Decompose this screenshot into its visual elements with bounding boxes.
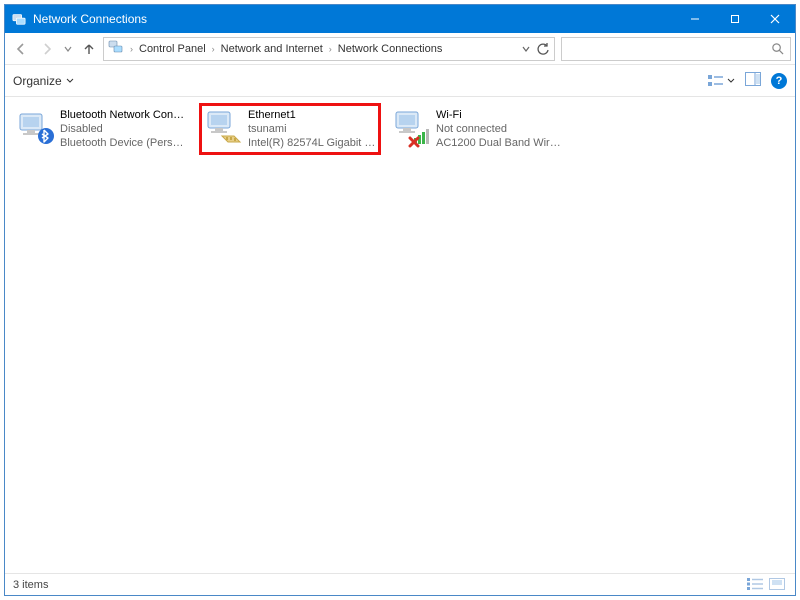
preview-pane-button[interactable] <box>745 72 761 89</box>
connection-text: Bluetooth Network Connection Disabled Bl… <box>60 108 188 150</box>
ethernet-adapter-icon <box>204 108 244 148</box>
bluetooth-adapter-icon <box>16 108 56 148</box>
address-dropdown-icon[interactable] <box>522 45 530 53</box>
item-count: 3 items <box>13 579 48 591</box>
minimize-button[interactable] <box>675 5 715 33</box>
crumb-network-internet[interactable]: Network and Internet <box>221 43 323 55</box>
connection-status: Not connected <box>436 122 564 136</box>
connection-name: Ethernet1 <box>248 108 376 122</box>
connection-device: Intel(R) 82574L Gigabit Netwo... <box>248 136 376 150</box>
forward-button[interactable] <box>35 37 59 61</box>
refresh-icon[interactable] <box>536 42 550 56</box>
chevron-down-icon <box>66 77 74 85</box>
crumb-network-connections[interactable]: Network Connections <box>338 43 443 55</box>
chevron-right-icon: › <box>212 44 215 54</box>
window: Network Connections › Control Panel › Ne… <box>4 4 796 596</box>
help-button[interactable]: ? <box>771 73 787 89</box>
chevron-right-icon: › <box>130 44 133 54</box>
content-area: Bluetooth Network Connection Disabled Bl… <box>5 97 795 573</box>
chevron-down-icon <box>727 77 735 85</box>
connection-item[interactable]: Ethernet1 tsunami Intel(R) 82574L Gigabi… <box>199 103 381 155</box>
connection-device: Bluetooth Device (Personal Ar... <box>60 136 188 150</box>
status-bar: 3 items <box>5 573 795 595</box>
address-bar[interactable]: › Control Panel › Network and Internet ›… <box>103 37 555 61</box>
history-dropdown[interactable] <box>61 37 75 61</box>
app-icon <box>11 11 27 27</box>
connection-name: Bluetooth Network Connection <box>60 108 188 122</box>
window-title: Network Connections <box>33 12 675 26</box>
large-icons-view-button[interactable] <box>769 578 787 592</box>
connection-item[interactable]: Bluetooth Network Connection Disabled Bl… <box>11 103 193 155</box>
details-view-button[interactable] <box>747 578 765 592</box>
connection-name: Wi-Fi <box>436 108 564 122</box>
wifi-adapter-icon <box>392 108 432 148</box>
connection-status: tsunami <box>248 122 376 136</box>
organize-menu[interactable]: Organize <box>13 74 74 88</box>
search-icon <box>771 42 784 55</box>
path-root-icon <box>108 39 124 58</box>
crumb-control-panel[interactable]: Control Panel <box>139 43 206 55</box>
close-button[interactable] <box>755 5 795 33</box>
connection-text: Wi-Fi Not connected AC1200 Dual Band Wir… <box>436 108 564 150</box>
connection-text: Ethernet1 tsunami Intel(R) 82574L Gigabi… <box>248 108 376 150</box>
connection-status: Disabled <box>60 122 188 136</box>
view-options-button[interactable] <box>708 74 735 88</box>
toolbar: Organize ? <box>5 65 795 97</box>
nav-row: › Control Panel › Network and Internet ›… <box>5 33 795 65</box>
search-input[interactable] <box>561 37 791 61</box>
chevron-right-icon: › <box>329 44 332 54</box>
organize-label: Organize <box>13 74 62 88</box>
back-button[interactable] <box>9 37 33 61</box>
connection-item[interactable]: Wi-Fi Not connected AC1200 Dual Band Wir… <box>387 103 569 155</box>
maximize-button[interactable] <box>715 5 755 33</box>
up-button[interactable] <box>77 37 101 61</box>
titlebar: Network Connections <box>5 5 795 33</box>
connection-device: AC1200 Dual Band Wireless U... <box>436 136 564 150</box>
